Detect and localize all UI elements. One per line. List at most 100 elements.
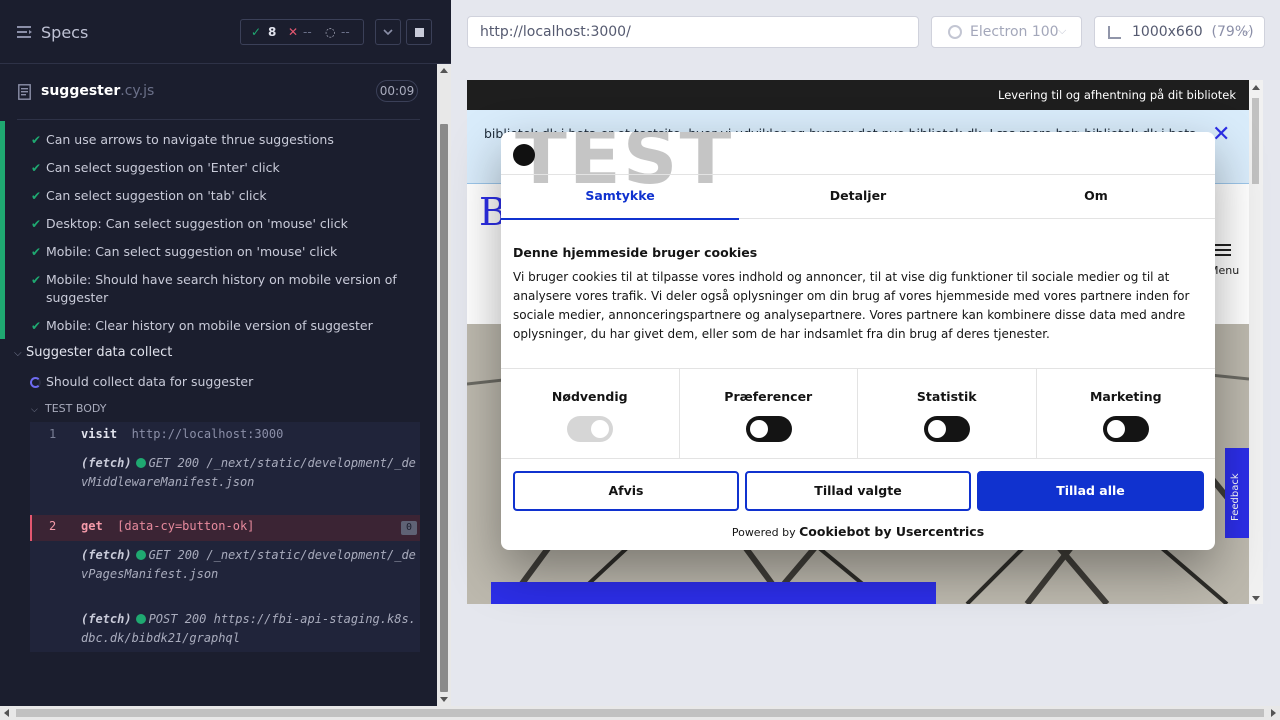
app-top-bar[interactable]: Levering til og afhentning på dit biblio… [467,80,1249,110]
cookie-tabs: Samtykke Detaljer Om [501,174,1215,220]
status-dot-icon [135,614,146,624]
menu-button[interactable]: Menu [1209,240,1249,280]
cookie-consent-dialog: TEST Samtykke Detaljer Om Denne hjemmesi… [501,132,1215,550]
fetch-log-item[interactable]: (fetch) GET 200 /_next/static/development… [81,454,416,491]
spec-file-row: suggester.cy.js 00:09 [0,70,437,114]
failed-count: -- [303,25,312,39]
hamburger-icon [1215,244,1231,246]
test-label: Mobile: Should have search history on mo… [46,272,397,305]
ruler-icon [1108,26,1121,39]
test-label: Mobile: Clear history on mobile version … [46,318,373,333]
command-number: 1 [49,427,57,441]
specs-title[interactable]: Specs [41,23,88,42]
horizontal-scrollbar[interactable] [0,706,1280,720]
chevron-down-button[interactable] [375,19,401,45]
fetch-label: (fetch) [81,548,132,562]
command-arg: http://localhost:3000 [131,427,284,441]
preferences-toggle[interactable] [745,416,792,442]
check-icon: ✔ [31,273,42,287]
spec-file-name[interactable]: suggester.cy.js [41,83,154,99]
scroll-right-arrow-icon[interactable] [1271,709,1276,717]
marketing-toggle[interactable] [1102,416,1149,442]
test-body-label: TEST BODY [45,402,107,415]
app-scrollbar[interactable] [1249,80,1263,604]
statistics-toggle[interactable] [924,416,970,442]
scrollbar-thumb[interactable] [440,124,448,692]
tab-detaljer[interactable]: Detaljer [739,175,977,219]
fetch-label: (fetch) [81,456,132,470]
viewport-selector[interactable]: 1000x660 (79%) ⌵ [1094,16,1265,48]
scroll-up-arrow-icon[interactable] [440,68,448,73]
cookie-body-text: Vi bruger cookies til at tilpasse vores … [513,270,1190,341]
reject-button[interactable]: Afvis [513,471,739,511]
pending-count: -- [341,25,350,39]
passed-indicator-bar [0,121,5,339]
chevron-down-icon: ⌵ [14,348,22,359]
browser-label: Electron 100 [970,24,1059,40]
file-icon [18,84,31,100]
suite-header[interactable]: ⌵ Suggester data collect [14,345,172,360]
element-count-badge: 0 [401,521,417,535]
category-statistics: Statistik [858,369,1037,459]
test-label: Mobile: Can select suggestion on 'mouse'… [46,244,338,259]
check-icon: ✔ [31,319,42,333]
tab-samtykke[interactable]: Samtykke [501,175,739,220]
feedback-tab[interactable]: Feedback [1225,448,1249,538]
fetch-log-item[interactable]: (fetch) POST 200 https://fbi-api-staging.… [81,610,416,647]
scroll-up-arrow-icon[interactable] [1252,85,1260,90]
reporter-header: Specs ✓ 8 ✕ -- ◌ -- [0,0,451,64]
scrollbar-thumb[interactable] [16,709,1264,717]
category-label: Nødvendig [551,389,628,404]
command-get-failed[interactable]: 2 get [data-cy=button-ok] 0 [30,515,420,541]
check-icon: ✔ [31,161,42,175]
test-body-toggle[interactable]: ⌵ TEST BODY [31,402,106,415]
necessary-toggle[interactable] [567,416,613,442]
command-name: visit [81,427,118,441]
cookie-heading: Denne hjemmeside bruger cookies [513,245,758,260]
active-tab-underline [501,218,739,220]
specs-list-icon[interactable] [17,25,33,39]
search-bar-block [491,582,936,604]
check-icon: ✔ [31,189,42,203]
running-test-label: Should collect data for suggester [46,374,254,389]
test-label: Desktop: Can select suggestion on 'mouse… [46,216,348,231]
check-icon: ✔ [31,133,42,147]
test-label: Can select suggestion on 'tab' click [46,188,267,203]
chevron-down-icon: ⌵ [1242,24,1251,37]
stop-icon [415,28,424,37]
allow-selected-button[interactable]: Tillad valgte [745,471,971,511]
reporter-scrollbar[interactable] [437,64,451,706]
powered-by: Powered by Cookiebot by Usercentrics [731,524,985,539]
command-log: 1 visit http://localhost:3000 (fetch) GET… [30,422,420,652]
check-icon: ✔ [31,245,42,259]
fetch-log-item[interactable]: (fetch) GET 200 /_next/static/development… [81,546,416,583]
scroll-down-arrow-icon[interactable] [1252,596,1260,601]
allow-all-button[interactable]: Tillad alle [977,471,1204,511]
category-necessary: Nødvendig [501,369,680,459]
command-number: 2 [49,519,57,533]
scroll-left-arrow-icon[interactable] [4,709,9,717]
check-icon: ✔ [31,217,42,231]
cookiebot-link[interactable]: Cookiebot by Usercentrics [799,524,984,539]
scrollbar-thumb[interactable] [1252,98,1259,184]
passed-icon: ✓ [251,25,262,39]
viewport-label: 1000x660 (79%) [1132,24,1254,40]
chevron-down-icon [383,29,393,36]
fetch-label: (fetch) [81,612,132,626]
test-stats: ✓ 8 ✕ -- ◌ -- [240,19,364,45]
browser-selector[interactable]: Electron 100 ⌵ [931,16,1082,48]
category-preferences: Præferencer [680,369,858,459]
command-arg: [data-cy=button-ok] [117,519,255,533]
category-label: Præferencer [724,389,813,404]
spinner-icon [30,377,41,388]
spec-duration: 00:09 [376,80,418,102]
passed-count: 8 [268,25,277,39]
electron-icon [948,25,962,39]
suite-label: Suggester data collect [26,345,173,360]
scroll-down-arrow-icon[interactable] [440,697,448,702]
spec-file-ext: .cy.js [120,83,155,99]
url-bar[interactable]: http://localhost:3000/ [467,16,919,48]
tab-om[interactable]: Om [977,175,1215,219]
stop-button[interactable] [406,19,432,45]
category-label: Marketing [1089,389,1162,404]
